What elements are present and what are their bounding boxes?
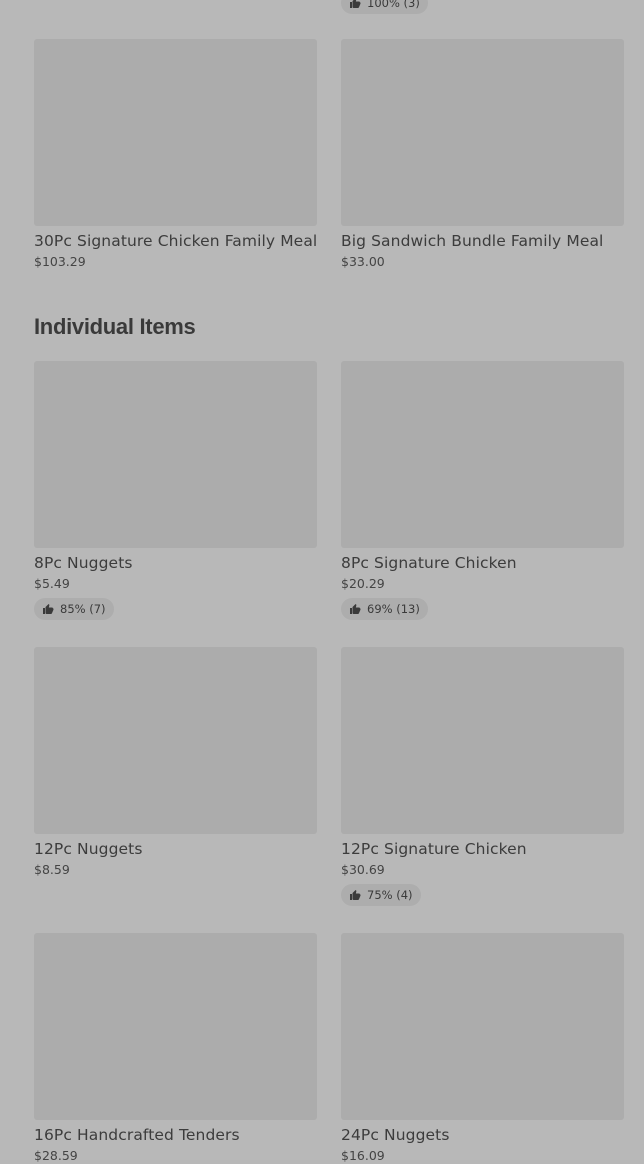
rating-text: 85% (7) bbox=[60, 602, 106, 616]
menu-item-card[interactable]: 8Pc Nuggets $5.49 85% (7) bbox=[34, 361, 317, 620]
rating-text: 100% (3) bbox=[367, 0, 420, 10]
item-name: 30Pc Signature Chicken Family Meal bbox=[34, 232, 318, 250]
section-title: Individual Items bbox=[34, 314, 196, 339]
rating-text: 75% (4) bbox=[367, 888, 413, 902]
item-price: $20.29 bbox=[341, 576, 385, 591]
item-name: 16Pc Handcrafted Tenders bbox=[34, 1126, 240, 1144]
menu-item-card[interactable]: 12Pc Signature Chicken $30.69 75% (4) bbox=[341, 647, 624, 906]
rating-badge: 69% (13) bbox=[341, 598, 428, 620]
item-price: $8.59 bbox=[34, 862, 70, 877]
item-name: 8Pc Nuggets bbox=[34, 554, 133, 572]
menu-item-card[interactable]: 30Pc Signature Chicken Family Meal $103.… bbox=[34, 39, 317, 270]
rating-badge: 100% (3) bbox=[341, 0, 428, 14]
item-image bbox=[341, 933, 624, 1120]
menu-item-card[interactable]: 8Pc Signature Chicken $20.29 69% (13) bbox=[341, 361, 624, 620]
item-name: 12Pc Signature Chicken bbox=[341, 840, 527, 858]
item-image bbox=[34, 933, 317, 1120]
item-image bbox=[341, 39, 624, 226]
item-image bbox=[341, 647, 624, 834]
item-price: $16.09 bbox=[341, 1148, 385, 1163]
rating-badge: 75% (4) bbox=[341, 884, 421, 906]
item-price: $30.69 bbox=[341, 862, 385, 877]
item-name: 12Pc Nuggets bbox=[34, 840, 143, 858]
rating-badge: 85% (7) bbox=[34, 598, 114, 620]
item-price: $33.00 bbox=[341, 254, 385, 269]
item-name: 24Pc Nuggets bbox=[341, 1126, 450, 1144]
item-image bbox=[34, 647, 317, 834]
item-price: $5.49 bbox=[34, 576, 70, 591]
menu-item-card[interactable]: Big Sandwich Bundle Family Meal $33.00 bbox=[341, 39, 624, 270]
item-name: 8Pc Signature Chicken bbox=[341, 554, 517, 572]
rating-text: 69% (13) bbox=[367, 602, 420, 616]
item-image bbox=[34, 39, 317, 226]
item-price: $103.29 bbox=[34, 254, 86, 269]
thumbs-up-icon bbox=[349, 0, 361, 9]
menu-item-card[interactable]: 24Pc Nuggets $16.09 bbox=[341, 933, 624, 1164]
item-image bbox=[341, 361, 624, 548]
thumbs-up-icon bbox=[349, 603, 361, 615]
item-image bbox=[34, 361, 317, 548]
menu-item-card[interactable]: 12Pc Nuggets $8.59 bbox=[34, 647, 317, 878]
menu-item-card[interactable]: 16Pc Handcrafted Tenders $28.59 bbox=[34, 933, 317, 1164]
thumbs-up-icon bbox=[42, 603, 54, 615]
thumbs-up-icon bbox=[349, 889, 361, 901]
item-name: Big Sandwich Bundle Family Meal bbox=[341, 232, 604, 250]
item-price: $28.59 bbox=[34, 1148, 78, 1163]
